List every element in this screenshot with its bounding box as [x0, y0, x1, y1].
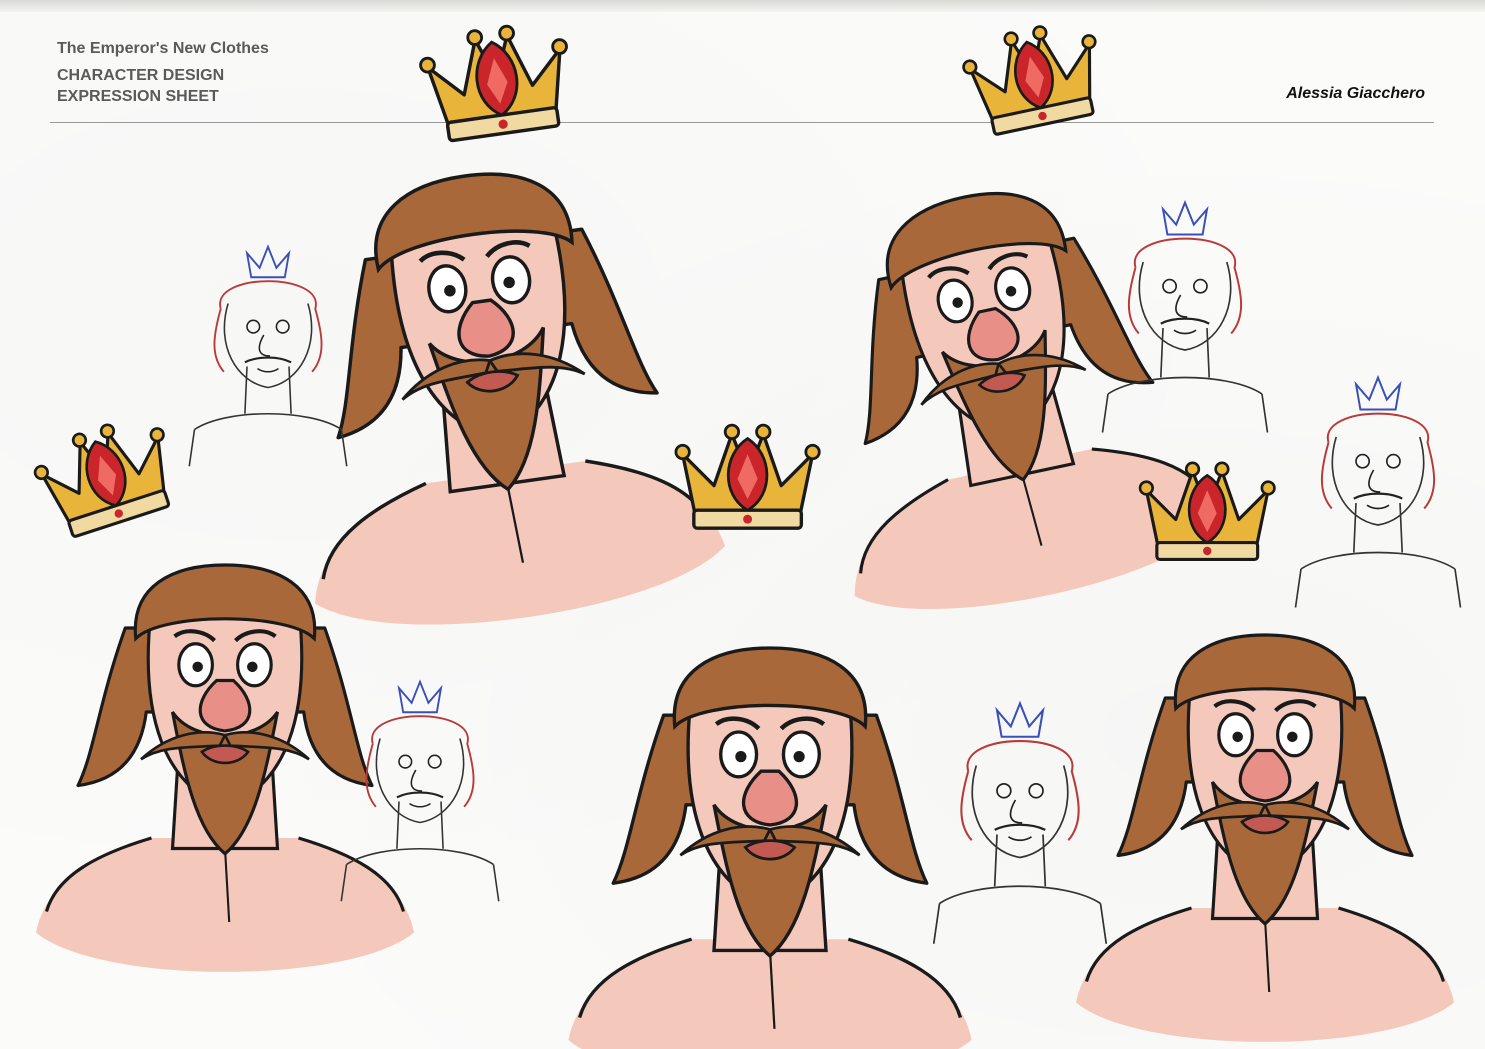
- king-expression-smug: [239, 16, 731, 646]
- sketch-laughing: [1101, 201, 1269, 434]
- sketch-alarmed: [1294, 376, 1462, 609]
- sketch-smug: [188, 245, 348, 468]
- expression-artwork: [26, 14, 1462, 1049]
- king-expression-shocked: [26, 407, 414, 972]
- sketch-shouting: [932, 702, 1108, 945]
